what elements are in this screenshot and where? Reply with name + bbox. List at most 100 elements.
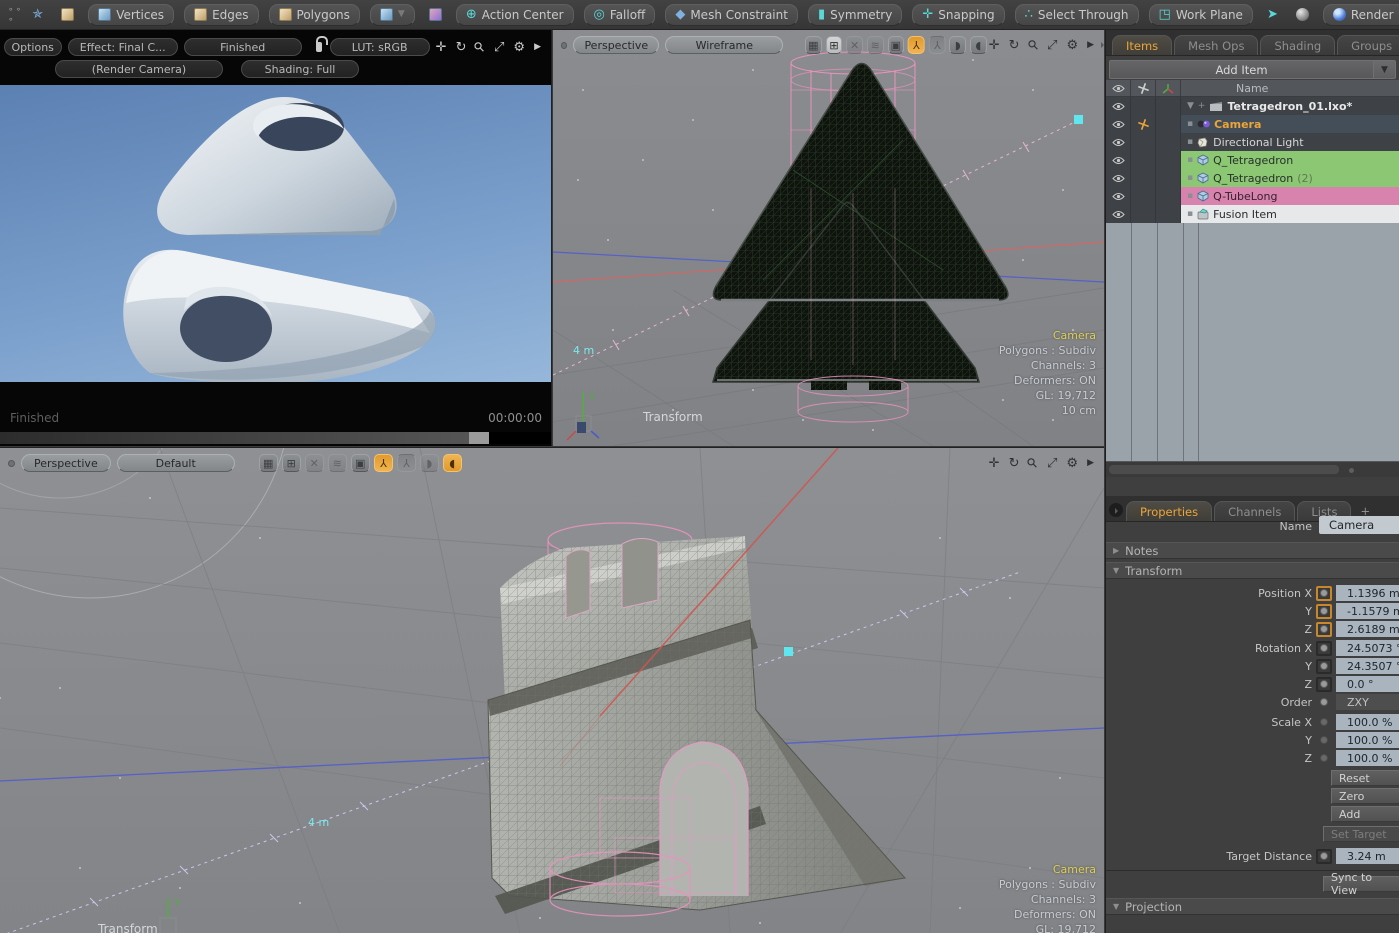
- rotate-icon[interactable]: ↻: [1009, 457, 1020, 470]
- item-row-q-tubelong[interactable]: ▪ Q-TubeLong: [1106, 187, 1399, 205]
- viewport-dot-icon[interactable]: [8, 459, 15, 467]
- item-row-camera[interactable]: ▪ Camera: [1106, 115, 1399, 133]
- axis-cell[interactable]: [1156, 115, 1181, 133]
- axis-y-toggle-icon[interactable]: Y: [373, 454, 393, 472]
- auto-mode-button[interactable]: [57, 4, 78, 26]
- move-icon[interactable]: ✛: [989, 457, 1000, 470]
- eye-icon[interactable]: [1106, 169, 1131, 187]
- render-camera-dropdown[interactable]: (Render Camera): [55, 60, 223, 78]
- move-icon[interactable]: ✛: [989, 39, 1000, 52]
- axis-cell[interactable]: [1156, 187, 1181, 205]
- pattern-toggle-icon[interactable]: ▦: [805, 36, 822, 54]
- eye-icon[interactable]: [1106, 133, 1131, 151]
- render-progress-bar[interactable]: [0, 432, 551, 444]
- position-x-toggle[interactable]: [1316, 585, 1332, 601]
- item-mode-button[interactable]: ✯: [28, 4, 47, 26]
- tab-items[interactable]: Items: [1112, 35, 1173, 55]
- projection-section-header[interactable]: ▼ Projection: [1106, 898, 1399, 915]
- action-center-button[interactable]: ⊕ Action Center: [455, 3, 574, 26]
- gear-icon[interactable]: ⚙: [1066, 39, 1078, 52]
- pattern-toggle-icon[interactable]: ▦: [258, 454, 278, 472]
- rotation-y-field[interactable]: 24.3507 °: [1336, 658, 1399, 674]
- order-field[interactable]: ZXY: [1336, 694, 1399, 710]
- sync-to-view-button[interactable]: Sync to View: [1323, 871, 1399, 897]
- pin-cell[interactable]: [1131, 97, 1156, 115]
- tab-shading[interactable]: Shading: [1260, 35, 1336, 55]
- edges-mode-button[interactable]: Edges: [184, 3, 259, 26]
- lut-dropdown[interactable]: LUT: sRGB: [329, 38, 430, 56]
- add-item-dropdown[interactable]: Add Item ▼: [1109, 60, 1396, 79]
- eye-icon[interactable]: [1106, 115, 1131, 133]
- draw-style-dropdown[interactable]: Default: [116, 454, 235, 472]
- scale-z-toggle[interactable]: [1316, 751, 1332, 766]
- rotation-x-toggle[interactable]: [1316, 640, 1332, 656]
- work-plane-button[interactable]: ◳ Work Plane: [1148, 3, 1253, 26]
- capsule-pair-toggle-icon[interactable]: ◖: [442, 454, 462, 472]
- vertices-mode-button[interactable]: Vertices: [88, 3, 175, 26]
- tab-mesh-ops[interactable]: Mesh Ops: [1174, 35, 1259, 55]
- scale-x-toggle[interactable]: [1316, 715, 1332, 730]
- rotation-y-toggle[interactable]: [1316, 658, 1332, 674]
- name-input[interactable]: Camera: [1319, 516, 1399, 534]
- rotation-x-field[interactable]: 24.5073 °: [1336, 640, 1399, 656]
- effect-dropdown[interactable]: Effect: Final C...: [67, 38, 178, 56]
- axis-cell[interactable]: [1156, 169, 1181, 187]
- order-toggle[interactable]: [1316, 695, 1332, 710]
- wave-toggle-icon[interactable]: ≋: [327, 454, 347, 472]
- capsule-toggle-icon[interactable]: ◗: [419, 454, 439, 472]
- rotate-icon[interactable]: ↻: [456, 41, 467, 54]
- zoom-icon[interactable]: ⚲: [472, 38, 489, 55]
- position-y-toggle[interactable]: [1316, 603, 1332, 619]
- chevron-down-icon[interactable]: ▼: [1374, 60, 1396, 79]
- flyout-icon[interactable]: ▶: [1087, 40, 1094, 50]
- viewport-dot-icon[interactable]: [561, 41, 568, 49]
- item-row-q-tetragedron[interactable]: ▪ Q_Tetragedron: [1106, 151, 1399, 169]
- axis-y-toggle-icon[interactable]: Y: [908, 36, 925, 54]
- collapse-arrow-icon[interactable]: ▼: [1187, 101, 1194, 111]
- ptag-button[interactable]: [425, 4, 446, 26]
- perspective-wireframe-viewport[interactable]: Y Perspective Wireframe ▦ ⊞ ✕ ≋ ▣ Y Y ◗ …: [553, 30, 1104, 446]
- rotation-z-field[interactable]: 0.0 °: [1336, 676, 1399, 692]
- maximize-icon[interactable]: ⤢: [1047, 457, 1057, 470]
- capsule-pair-toggle-icon[interactable]: ◖: [970, 36, 987, 54]
- eye-icon[interactable]: [1106, 97, 1131, 115]
- shading-dropdown[interactable]: Shading: Full: [241, 60, 359, 78]
- view-mode-dropdown[interactable]: Perspective: [21, 454, 111, 472]
- quad-view-toggle-icon[interactable]: ⊞: [281, 454, 301, 472]
- mesh-constraint-button[interactable]: ◆ Mesh Constraint: [665, 3, 798, 26]
- zoom-icon[interactable]: ⚲: [1025, 36, 1042, 53]
- set-target-button[interactable]: Set Target: [1323, 826, 1399, 842]
- target-distance-field[interactable]: 3.24 m: [1336, 848, 1399, 864]
- axis-pivot-toggle-icon[interactable]: Y: [396, 454, 416, 472]
- items-horizontal-scrollbar[interactable]: [1106, 461, 1399, 477]
- scale-y-toggle[interactable]: [1316, 733, 1332, 748]
- rotation-z-toggle[interactable]: [1316, 676, 1332, 692]
- move-icon[interactable]: ✛: [436, 41, 447, 54]
- flyout-icon[interactable]: ▶: [1087, 458, 1094, 468]
- scale-y-field[interactable]: 100.0 %: [1336, 732, 1399, 748]
- pin-cell[interactable]: [1131, 187, 1156, 205]
- view-mode-dropdown[interactable]: Perspective: [573, 36, 660, 54]
- render-state-dropdown[interactable]: Finished: [183, 38, 302, 56]
- target-distance-toggle[interactable]: [1316, 848, 1332, 864]
- pin-cell[interactable]: [1131, 169, 1156, 187]
- app-menu-icon[interactable]: ∘∘ ∘: [8, 5, 23, 25]
- panel-menu-icon[interactable]: [1109, 503, 1123, 517]
- eye-icon[interactable]: [1106, 151, 1131, 169]
- symmetry-button[interactable]: ▮ Symmetry: [807, 3, 903, 26]
- disable-toggle-icon[interactable]: ✕: [304, 454, 324, 472]
- falloff-button[interactable]: ◎ Falloff: [583, 3, 656, 26]
- bottom-shaded-viewport[interactable]: Y Perspective Default ▦ ⊞ ✕ ≋ ▣ Y Y ◗ ◖ …: [0, 447, 1104, 933]
- sphere-tool-button[interactable]: [1292, 4, 1313, 26]
- scale-z-field[interactable]: 100.0 %: [1336, 750, 1399, 766]
- overlay-toggle-icon[interactable]: ▣: [350, 454, 370, 472]
- tab-channels[interactable]: Channels: [1214, 501, 1296, 521]
- select-tool-button[interactable]: ➤: [1263, 4, 1282, 26]
- pin-cell[interactable]: [1131, 205, 1156, 223]
- maximize-icon[interactable]: ⤢: [494, 41, 504, 54]
- position-z-field[interactable]: 2.6189 m: [1336, 621, 1399, 637]
- rotate-icon[interactable]: ↻: [1009, 39, 1020, 52]
- axis-cell[interactable]: [1156, 205, 1181, 223]
- tab-groups[interactable]: Groups: [1337, 35, 1399, 55]
- item-row-fusion-item[interactable]: ▪ Fusion Item: [1106, 205, 1399, 223]
